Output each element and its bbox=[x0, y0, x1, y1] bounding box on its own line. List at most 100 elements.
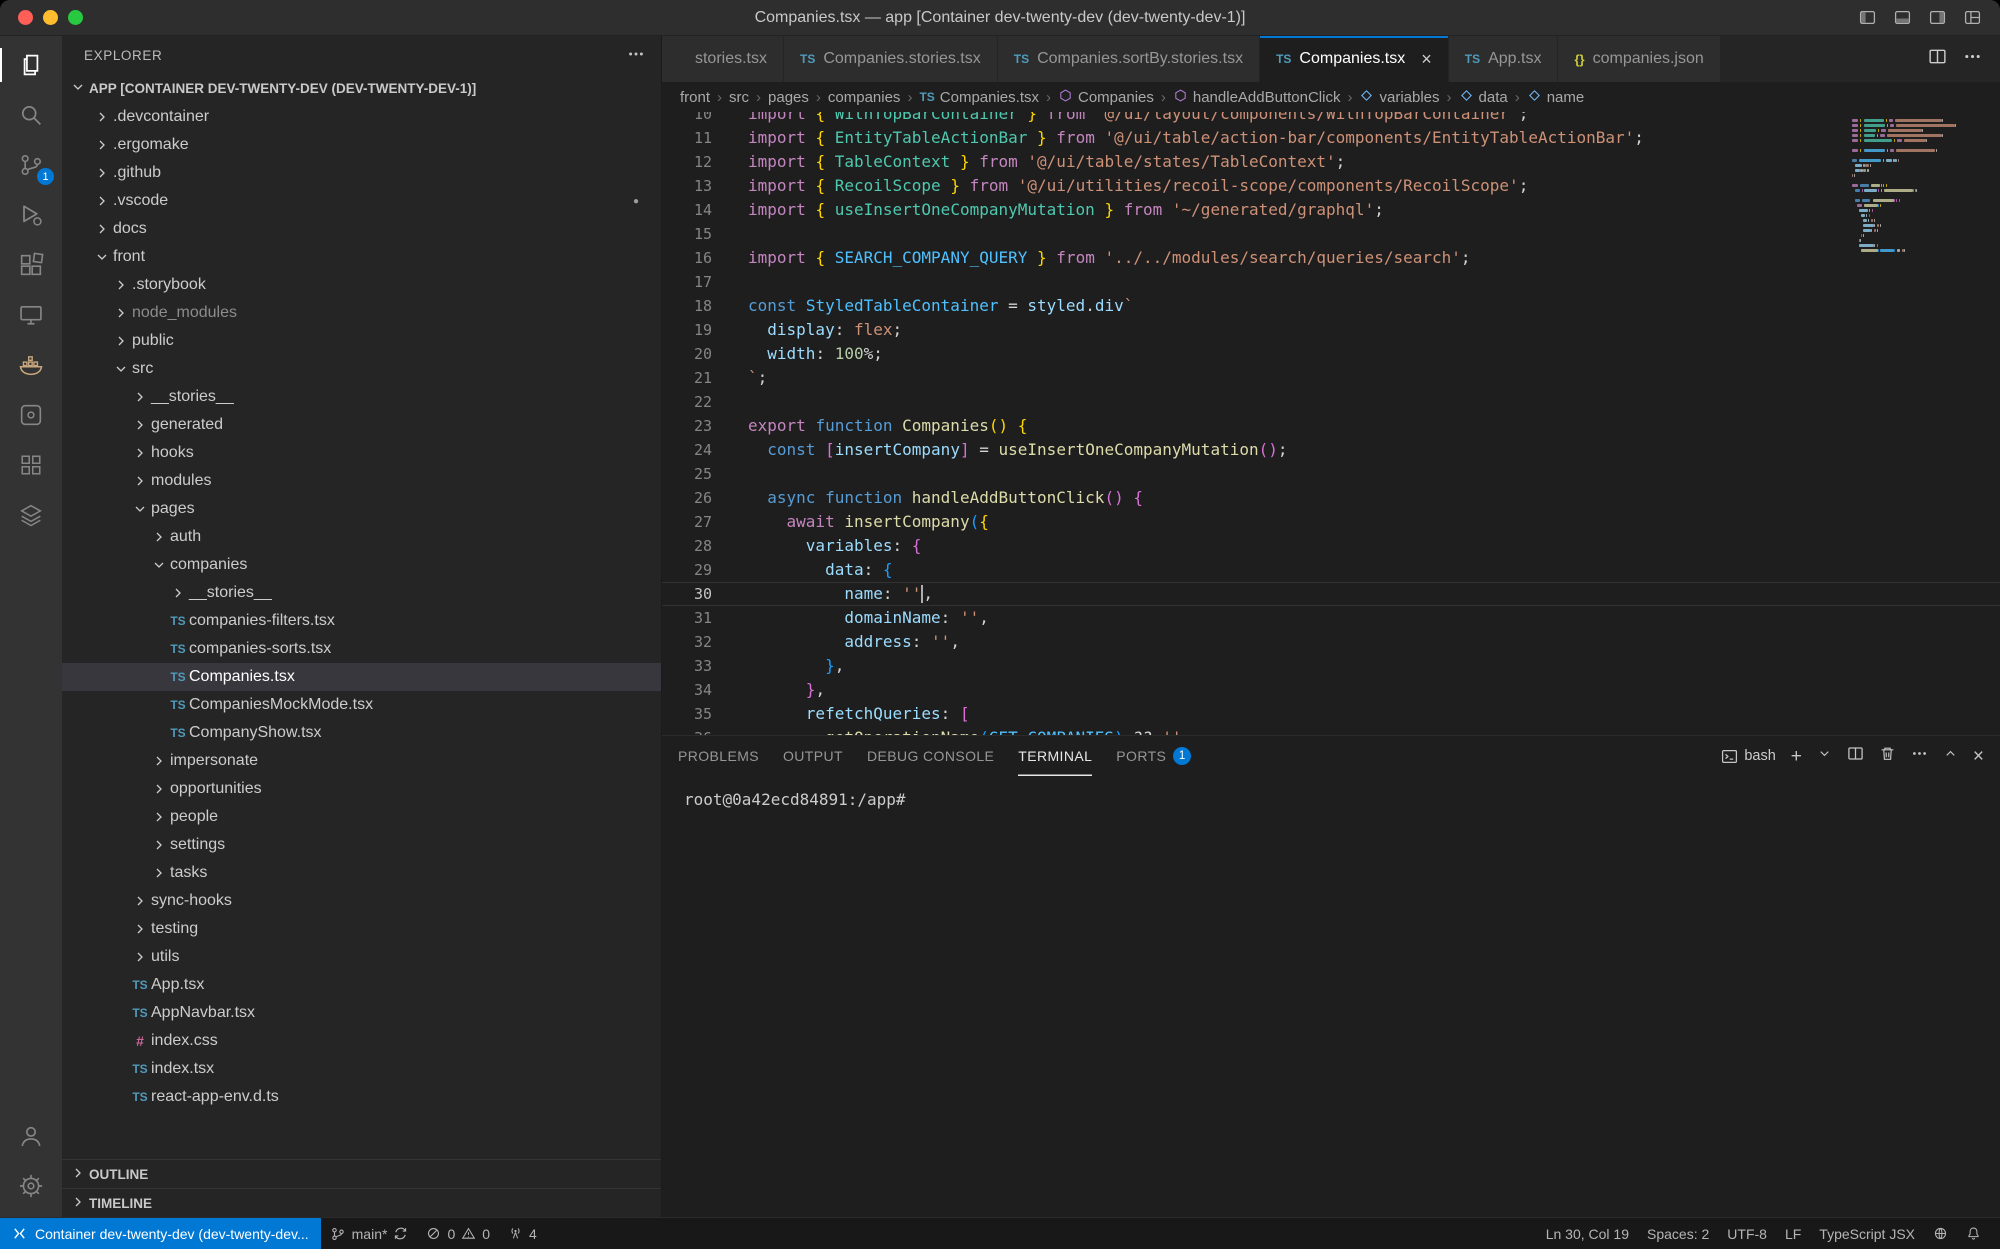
code-line-35[interactable]: 35 refetchQueries: [ bbox=[662, 702, 2000, 726]
code-line-19[interactable]: 19 display: flex; bbox=[662, 318, 2000, 342]
close-window-button[interactable] bbox=[18, 10, 33, 25]
breadcrumb-item-companies[interactable]: Companies bbox=[1058, 88, 1154, 107]
tree-item-ergomake[interactable]: .ergomake bbox=[62, 131, 661, 159]
tree-item-index-tsx[interactable]: TSindex.tsx bbox=[62, 1055, 661, 1083]
tree-item-src[interactable]: src bbox=[62, 355, 661, 383]
tree-item-companies-filters-tsx[interactable]: TScompanies-filters.tsx bbox=[62, 607, 661, 635]
breadcrumb-item-front[interactable]: front bbox=[680, 89, 710, 106]
code-line-32[interactable]: 32 address: '', bbox=[662, 630, 2000, 654]
search-icon[interactable] bbox=[0, 90, 62, 140]
breadcrumb-item-name[interactable]: name bbox=[1527, 88, 1585, 107]
breadcrumb-item-variables[interactable]: variables bbox=[1359, 88, 1439, 107]
tree-item-react-app-env-d-ts[interactable]: TSreact-app-env.d.ts bbox=[62, 1083, 661, 1111]
tree-item-opportunities[interactable]: opportunities bbox=[62, 775, 661, 803]
panel-tab-problems[interactable]: PROBLEMS bbox=[678, 736, 759, 776]
kill-terminal-icon[interactable] bbox=[1879, 745, 1896, 767]
code-line-15[interactable]: 15 bbox=[662, 222, 2000, 246]
tree-item-companies-tsx[interactable]: TSCompanies.tsx bbox=[62, 663, 661, 691]
code-line-26[interactable]: 26 async function handleAddButtonClick()… bbox=[662, 486, 2000, 510]
remote-indicator[interactable]: Container dev-twenty-dev (dev-twenty-dev… bbox=[0, 1218, 321, 1249]
extension-view-icon-1[interactable] bbox=[0, 390, 62, 440]
panel-more-actions-icon[interactable] bbox=[1911, 745, 1928, 767]
code-line-22[interactable]: 22 bbox=[662, 390, 2000, 414]
code-line-34[interactable]: 34 }, bbox=[662, 678, 2000, 702]
tree-item-pages[interactable]: pages bbox=[62, 495, 661, 523]
grid-view-icon[interactable] bbox=[0, 440, 62, 490]
ports-indicator[interactable]: 4 bbox=[499, 1218, 546, 1249]
code-line-33[interactable]: 33 }, bbox=[662, 654, 2000, 678]
customize-layout-icon[interactable] bbox=[1963, 9, 1982, 26]
tree-item-modules[interactable]: modules bbox=[62, 467, 661, 495]
panel-tab-ports[interactable]: PORTS1 bbox=[1116, 736, 1191, 776]
workspace-section-header[interactable]: APP [CONTAINER DEV-TWENTY-DEV (DEV-TWENT… bbox=[62, 74, 661, 103]
close-tab-icon[interactable]: × bbox=[1421, 50, 1432, 68]
outline-section-header[interactable]: OUTLINE bbox=[62, 1159, 661, 1188]
tree-item-utils[interactable]: utils bbox=[62, 943, 661, 971]
code-line-24[interactable]: 24 const [insertCompany] = useInsertOneC… bbox=[662, 438, 2000, 462]
tree-item-generated[interactable]: generated bbox=[62, 411, 661, 439]
minimap[interactable] bbox=[1852, 118, 1984, 253]
tree-item-tasks[interactable]: tasks bbox=[62, 859, 661, 887]
code-line-12[interactable]: 12import { TableContext } from '@/ui/tab… bbox=[662, 150, 2000, 174]
code-line-14[interactable]: 14import { useInsertOneCompanyMutation }… bbox=[662, 198, 2000, 222]
globe-icon[interactable] bbox=[1924, 1218, 1957, 1249]
explorer-view-icon[interactable] bbox=[0, 40, 62, 90]
panel-tab-debug-console[interactable]: DEBUG CONSOLE bbox=[867, 736, 994, 776]
problems-indicator[interactable]: 0 0 bbox=[417, 1218, 499, 1249]
tree-item-people[interactable]: people bbox=[62, 803, 661, 831]
maximize-panel-icon[interactable] bbox=[1943, 746, 1958, 766]
tree-item-devcontainer[interactable]: .devcontainer bbox=[62, 103, 661, 131]
tree-item-storybook[interactable]: .storybook bbox=[62, 271, 661, 299]
explorer-more-actions-icon[interactable] bbox=[627, 45, 645, 66]
code-line-29[interactable]: 29 data: { bbox=[662, 558, 2000, 582]
tree-item-companies[interactable]: companies bbox=[62, 551, 661, 579]
breadcrumb-item-handleaddbuttonclick[interactable]: handleAddButtonClick bbox=[1173, 88, 1341, 107]
terminal-output[interactable]: root@0a42ecd84891:/app# bbox=[662, 776, 2000, 1217]
tree-item-hooks[interactable]: hooks bbox=[62, 439, 661, 467]
tree-item-testing[interactable]: testing bbox=[62, 915, 661, 943]
code-line-27[interactable]: 27 await insertCompany({ bbox=[662, 510, 2000, 534]
toggle-panel-icon[interactable] bbox=[1893, 9, 1912, 26]
terminal-shell-selector[interactable]: bash bbox=[1721, 748, 1775, 765]
code-line-10[interactable]: 10import { WithTopBarContainer } from '@… bbox=[662, 112, 2000, 126]
tree-item-index-css[interactable]: #index.css bbox=[62, 1027, 661, 1055]
tab-companies-tsx[interactable]: TSCompanies.tsx× bbox=[1260, 36, 1449, 82]
code-editor[interactable]: 10import { WithTopBarContainer } from '@… bbox=[662, 112, 2000, 735]
tree-item-sync-hooks[interactable]: sync-hooks bbox=[62, 887, 661, 915]
remote-explorer-icon[interactable] bbox=[0, 290, 62, 340]
tree-item-github[interactable]: .github bbox=[62, 159, 661, 187]
split-terminal-icon[interactable] bbox=[1847, 745, 1864, 767]
tab-companies-stories-tsx[interactable]: TSCompanies.stories.tsx bbox=[784, 36, 998, 82]
split-editor-icon[interactable] bbox=[1928, 47, 1947, 71]
tree-item-app-tsx[interactable]: TSApp.tsx bbox=[62, 971, 661, 999]
code-line-17[interactable]: 17 bbox=[662, 270, 2000, 294]
accounts-icon[interactable] bbox=[0, 1111, 62, 1161]
toggle-primary-sidebar-icon[interactable] bbox=[1858, 9, 1877, 26]
close-panel-icon[interactable]: × bbox=[1973, 747, 1984, 766]
code-line-25[interactable]: 25 bbox=[662, 462, 2000, 486]
cursor-position-indicator[interactable]: Ln 30, Col 19 bbox=[1537, 1218, 1638, 1249]
code-line-36[interactable]: 36 getOperationName(GET_COMPANIES) ?? ''… bbox=[662, 726, 2000, 735]
code-line-11[interactable]: 11import { EntityTableActionBar } from '… bbox=[662, 126, 2000, 150]
breadcrumb-item-companies-tsx[interactable]: TSCompanies.tsx bbox=[919, 89, 1039, 106]
extensions-icon[interactable] bbox=[0, 240, 62, 290]
run-debug-icon[interactable] bbox=[0, 190, 62, 240]
code-line-31[interactable]: 31 domainName: '', bbox=[662, 606, 2000, 630]
settings-gear-icon[interactable] bbox=[0, 1161, 62, 1211]
tree-item-companiesmockmode-tsx[interactable]: TSCompaniesMockMode.tsx bbox=[62, 691, 661, 719]
tree-item-public[interactable]: public bbox=[62, 327, 661, 355]
code-line-23[interactable]: 23export function Companies() { bbox=[662, 414, 2000, 438]
editor-more-actions-icon[interactable] bbox=[1963, 47, 1982, 71]
docker-icon[interactable] bbox=[0, 340, 62, 390]
encoding-indicator[interactable]: UTF-8 bbox=[1718, 1218, 1776, 1249]
notifications-bell-icon[interactable] bbox=[1957, 1218, 1990, 1249]
code-line-18[interactable]: 18const StyledTableContainer = styled.di… bbox=[662, 294, 2000, 318]
tree-item-appnavbar-tsx[interactable]: TSAppNavbar.tsx bbox=[62, 999, 661, 1027]
language-mode-indicator[interactable]: TypeScript JSX bbox=[1810, 1218, 1924, 1249]
code-line-20[interactable]: 20 width: 100%; bbox=[662, 342, 2000, 366]
toggle-secondary-sidebar-icon[interactable] bbox=[1928, 9, 1947, 26]
code-line-28[interactable]: 28 variables: { bbox=[662, 534, 2000, 558]
layers-view-icon[interactable] bbox=[0, 490, 62, 540]
panel-tab-terminal[interactable]: TERMINAL bbox=[1018, 736, 1092, 776]
tree-item-stories[interactable]: __stories__ bbox=[62, 579, 661, 607]
